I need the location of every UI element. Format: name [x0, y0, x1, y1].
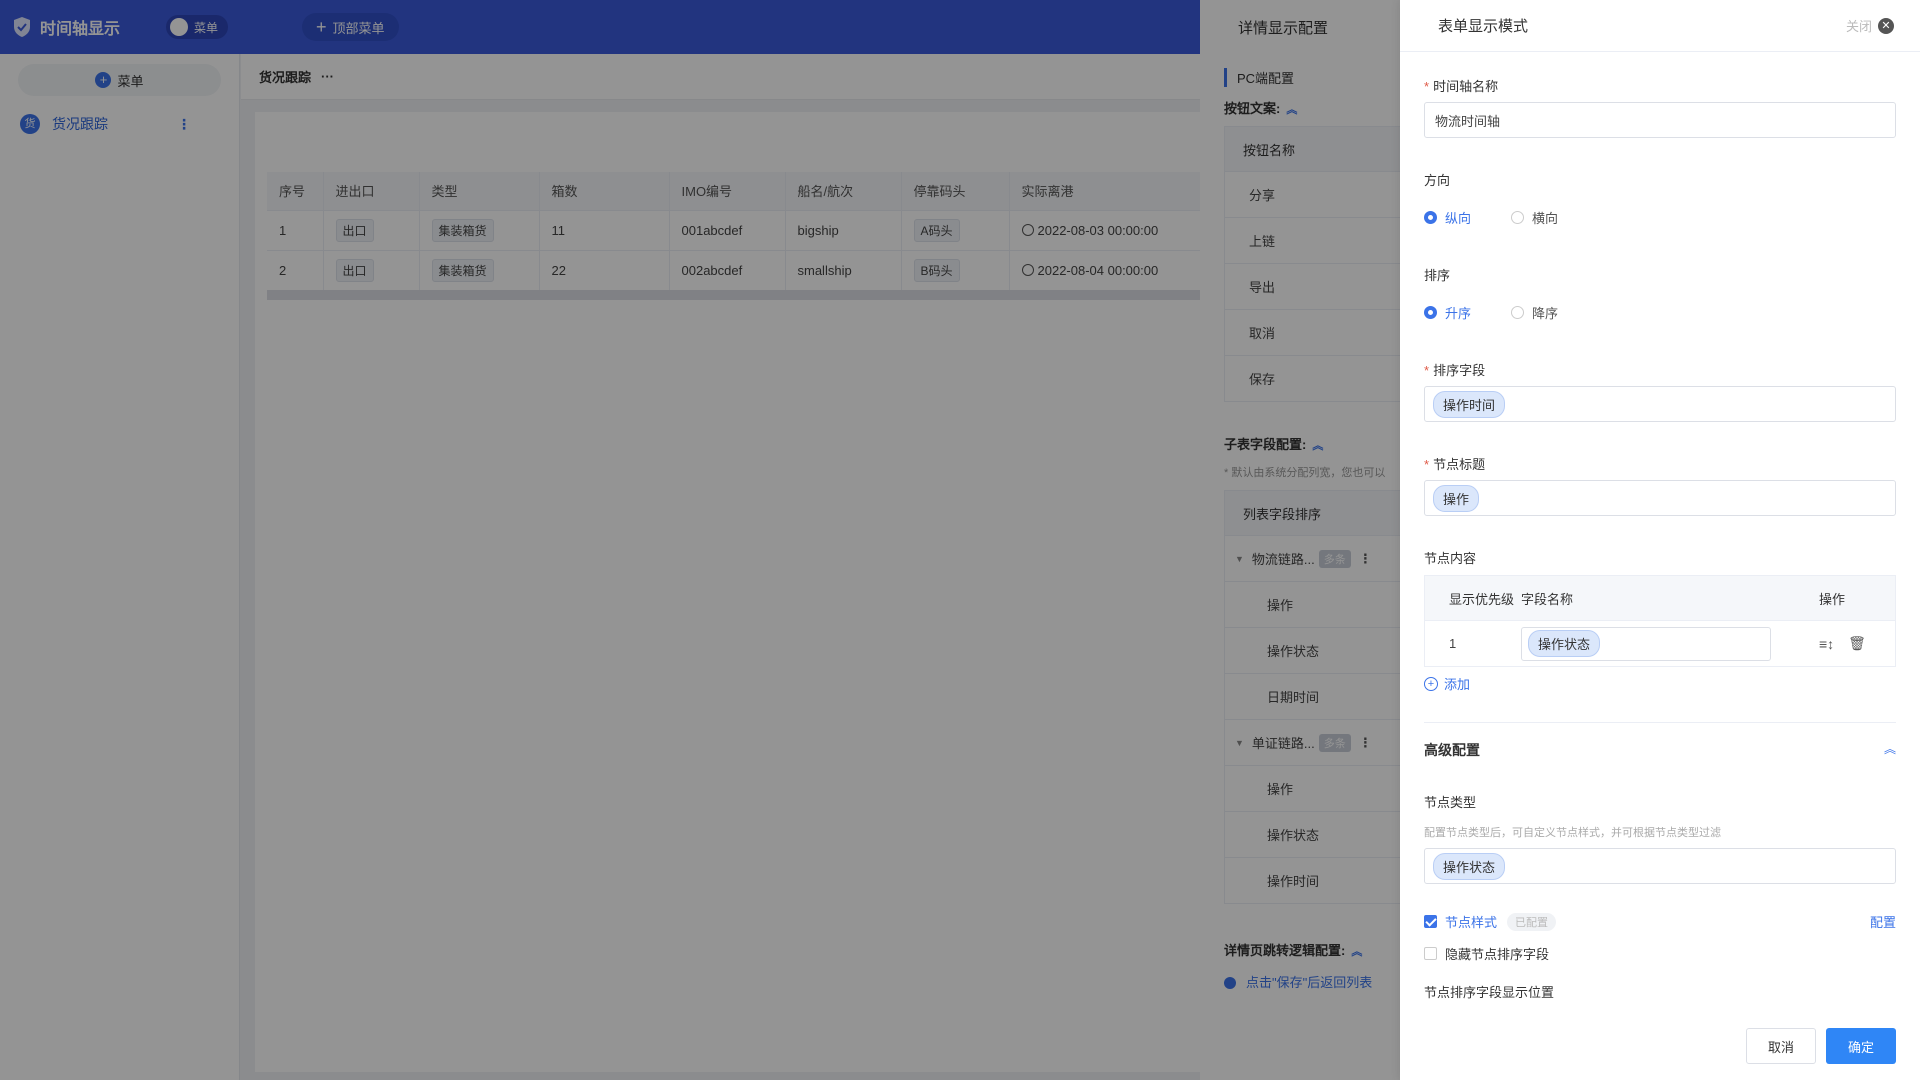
node-title-select[interactable]: 操作 — [1424, 480, 1896, 516]
advanced-config-title: 高级配置 — [1424, 742, 1480, 758]
field-chip[interactable]: 操作时间 — [1433, 390, 1506, 418]
field-chip[interactable]: 操作状态 — [1528, 630, 1601, 657]
timeline-name-value: 物流时间轴 — [1435, 113, 1501, 129]
node-type-hint: 配置节点类型后，可自定义节点样式，并可根据节点类型过滤 — [1424, 827, 1721, 839]
form-drawer-header: 表单显示模式 关闭 ✕ — [1400, 0, 1920, 52]
node-type-label: 节点类型 — [1424, 795, 1477, 810]
node-style-checkbox[interactable] — [1424, 915, 1437, 928]
priority-value: 1 — [1449, 636, 1457, 651]
trash-icon[interactable]: 🗑 — [1848, 635, 1866, 652]
sort-radio-group: 升序 降序 — [1424, 303, 1598, 322]
sort-field-label: * 排序字段 — [1424, 363, 1486, 378]
timeline-name-label: * 时间轴名称 — [1424, 79, 1499, 94]
configured-badge: 已配置 — [1507, 912, 1557, 931]
close-button[interactable]: 关闭 ✕ — [1846, 16, 1894, 35]
direction-horizontal-radio[interactable]: 横向 — [1511, 208, 1558, 227]
sort-drag-icon[interactable]: ≡↕ — [1819, 636, 1834, 652]
radio-label: 纵向 — [1445, 211, 1472, 226]
add-label: 添加 — [1444, 677, 1471, 692]
cancel-button[interactable]: 取消 — [1746, 1028, 1816, 1064]
node-content-label: 节点内容 — [1424, 551, 1477, 566]
timeline-name-input[interactable]: 物流时间轴 — [1424, 102, 1896, 138]
radio-label: 横向 — [1532, 211, 1559, 226]
close-icon: ✕ — [1878, 17, 1894, 34]
sort-desc-radio[interactable]: 降序 — [1511, 303, 1558, 322]
sort-field-position-label: 节点排序字段显示位置 — [1424, 985, 1555, 1000]
hide-sort-field-label[interactable]: 隐藏节点排序字段 — [1445, 944, 1549, 963]
confirm-button[interactable]: 确定 — [1826, 1028, 1896, 1064]
radio-checked-icon — [1424, 306, 1437, 319]
field-name-select[interactable]: 操作状态 — [1521, 626, 1771, 661]
config-link[interactable]: 配置 — [1870, 912, 1896, 931]
radio-checked-icon — [1424, 211, 1437, 224]
sort-asc-radio[interactable]: 升序 — [1424, 303, 1471, 322]
hide-sort-field-checkbox-row: 隐藏节点排序字段 — [1424, 944, 1549, 963]
node-style-label[interactable]: 节点样式 — [1445, 912, 1497, 931]
divider — [1424, 722, 1896, 723]
close-label: 关闭 — [1845, 19, 1872, 34]
hide-sort-field-checkbox[interactable] — [1424, 947, 1437, 960]
radio-label: 升序 — [1445, 306, 1472, 321]
form-display-drawer: 表单显示模式 关闭 ✕ * 时间轴名称 物流时间轴 方向 纵向 横向 排序 升序 … — [1400, 0, 1920, 1080]
timeline-name-label-text: 时间轴名称 — [1433, 79, 1499, 94]
sort-label: 排序 — [1424, 268, 1451, 283]
add-row-button[interactable]: + 添加 — [1424, 674, 1470, 693]
col-header: 字段名称 — [1521, 591, 1574, 607]
table-row: 1 操作状态 ≡↕ 🗑 — [1425, 620, 1895, 666]
radio-unchecked-icon — [1511, 306, 1525, 319]
plus-circle-icon: + — [1424, 676, 1438, 691]
radio-unchecked-icon — [1511, 211, 1525, 224]
node-type-select[interactable]: 操作状态 — [1424, 848, 1896, 884]
node-content-table: 显示优先级 字段名称 操作 1 操作状态 ≡↕ 🗑 — [1424, 575, 1896, 667]
col-header: 操作 — [1819, 591, 1846, 607]
node-title-label-text: 节点标题 — [1433, 457, 1486, 472]
radio-label: 降序 — [1532, 306, 1559, 321]
direction-label: 方向 — [1424, 173, 1451, 188]
detail-drawer-mask — [1200, 0, 1400, 1080]
direction-radio-group: 纵向 横向 — [1424, 208, 1598, 227]
col-header: 显示优先级 — [1449, 591, 1515, 607]
form-drawer-title: 表单显示模式 — [1438, 18, 1529, 35]
sort-field-label-text: 排序字段 — [1433, 363, 1486, 378]
sort-field-select[interactable]: 操作时间 — [1424, 386, 1896, 422]
field-chip[interactable]: 操作 — [1433, 484, 1480, 512]
node-title-label: * 节点标题 — [1424, 457, 1486, 472]
chevron-up-icon[interactable]: ︽ — [1884, 740, 1896, 757]
direction-vertical-radio[interactable]: 纵向 — [1424, 208, 1471, 227]
node-style-checkbox-row: 节点样式 已配置 — [1424, 912, 1557, 931]
node-table-header: 显示优先级 字段名称 操作 — [1425, 576, 1895, 620]
field-chip[interactable]: 操作状态 — [1433, 852, 1506, 880]
